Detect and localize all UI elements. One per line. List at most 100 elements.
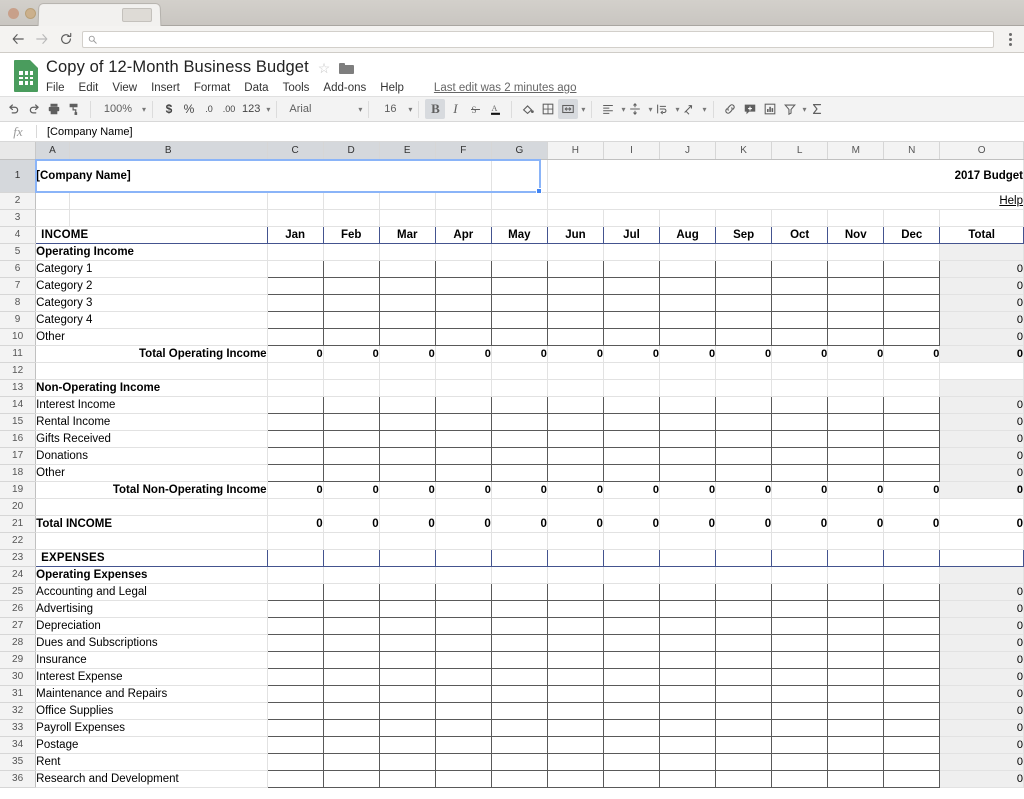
input-cell-Dec-r34[interactable] [883, 735, 941, 754]
input-cell-Dec-r30[interactable] [883, 667, 941, 686]
spacer-r22-10[interactable] [827, 532, 885, 550]
input-cell-Jul-r18[interactable] [602, 463, 661, 482]
month-header-Feb[interactable]: Feb [323, 226, 380, 244]
spacer-r20-1[interactable] [323, 498, 380, 516]
menu-view[interactable]: View [112, 82, 137, 94]
input-cell-Jul-r8[interactable] [602, 293, 661, 312]
input-cell-Oct-r34[interactable] [771, 735, 829, 754]
menu-help[interactable]: Help [380, 82, 404, 94]
row-header-5[interactable]: 5 [0, 243, 37, 261]
input-cell-Mar-r34[interactable] [378, 735, 436, 754]
input-cell-Oct-r8[interactable] [771, 293, 829, 312]
row-total-r34[interactable]: 0 [939, 736, 1024, 754]
row-header-31[interactable]: 31 [0, 685, 37, 703]
cell-row3-7[interactable] [547, 209, 604, 227]
zoom-level-selector[interactable]: 100% [97, 99, 139, 119]
row-header-14[interactable]: 14 [0, 396, 37, 414]
sheet-row[interactable]: 18 Other 0 [0, 463, 1024, 482]
input-cell-Jun-r29[interactable] [546, 650, 604, 669]
close-window-button[interactable] [8, 8, 19, 19]
row-total-r35[interactable]: 0 [939, 753, 1024, 771]
input-cell-Dec-r7[interactable] [883, 276, 941, 295]
input-cell-Oct-r7[interactable] [771, 276, 829, 295]
italic-button[interactable]: I [445, 99, 465, 119]
row-header-21[interactable]: 21 [0, 515, 37, 533]
sheet-row[interactable]: 20 [0, 498, 1024, 516]
input-cell-Feb-r10[interactable] [322, 327, 380, 346]
text-color-button[interactable]: A [485, 99, 505, 119]
input-cell-Apr-r7[interactable] [434, 276, 492, 295]
item-label-r30[interactable]: Interest Expense [35, 668, 268, 686]
cell-row3-10[interactable] [715, 209, 773, 227]
spacer-r20-5[interactable] [547, 498, 604, 516]
input-cell-Apr-r9[interactable] [434, 310, 492, 329]
sheet-row[interactable]: 27 Depreciation 0 [0, 616, 1024, 635]
row-total-r10[interactable]: 0 [939, 328, 1024, 346]
input-cell-Jul-r29[interactable] [602, 650, 661, 669]
input-cell-Feb-r34[interactable] [322, 735, 380, 754]
row-total-r16[interactable]: 0 [939, 430, 1024, 448]
cell-r13-7[interactable] [659, 379, 717, 397]
cell-row2-4[interactable] [379, 192, 436, 210]
input-cell-Nov-r36[interactable] [827, 769, 885, 788]
input-cell-Aug-r28[interactable] [659, 633, 717, 652]
cell-r24-11[interactable] [883, 566, 941, 584]
spacer-r12-4[interactable] [491, 362, 548, 380]
spacer-r22-9[interactable] [771, 532, 829, 550]
menu-tools[interactable]: Tools [283, 82, 310, 94]
input-cell-Oct-r31[interactable] [771, 684, 829, 703]
spacer-r22-0[interactable] [267, 532, 324, 550]
spacer-r12-5[interactable] [547, 362, 604, 380]
month-header-Mar[interactable]: Mar [379, 226, 436, 244]
forward-arrow-icon[interactable] [30, 28, 54, 50]
item-label-r31[interactable]: Maintenance and Repairs [35, 685, 268, 703]
row-header-15[interactable]: 15 [0, 413, 37, 431]
input-cell-Aug-r8[interactable] [659, 293, 717, 312]
input-cell-Jan-r9[interactable] [266, 310, 324, 329]
input-cell-Nov-r10[interactable] [827, 327, 885, 346]
grandtotal-Jun-r21[interactable]: 0 [547, 515, 604, 533]
input-cell-Nov-r26[interactable] [827, 599, 885, 618]
column-header-L[interactable]: L [771, 142, 829, 160]
input-cell-Sep-r33[interactable] [715, 718, 773, 737]
address-bar[interactable] [82, 30, 994, 48]
item-label-r27[interactable]: Depreciation [35, 617, 268, 635]
input-cell-Oct-r17[interactable] [771, 446, 829, 465]
input-cell-Mar-r36[interactable] [378, 769, 436, 788]
item-label-r10[interactable]: Other [35, 328, 268, 346]
cell-row3-1[interactable] [69, 209, 268, 227]
input-cell-Feb-r25[interactable] [322, 582, 380, 601]
section-header-fill-7[interactable] [659, 549, 717, 567]
spacer-r20-2[interactable] [379, 498, 436, 516]
row-total-r29[interactable]: 0 [939, 651, 1024, 669]
row-header-6[interactable]: 6 [0, 260, 37, 278]
item-label-r9[interactable]: Category 4 [35, 311, 268, 329]
input-cell-Aug-r33[interactable] [659, 718, 717, 737]
spacer-r12-8[interactable] [715, 362, 773, 380]
input-cell-Jan-r18[interactable] [266, 463, 324, 482]
input-cell-Dec-r17[interactable] [883, 446, 941, 465]
row-header-25[interactable]: 25 [0, 583, 37, 601]
input-cell-Nov-r31[interactable] [827, 684, 885, 703]
spacer-r22-4[interactable] [491, 532, 548, 550]
item-label-r35[interactable]: Rent [35, 753, 268, 771]
cell-r5-1[interactable] [323, 243, 380, 261]
input-cell-Apr-r14[interactable] [434, 395, 492, 414]
cell-r5-8[interactable] [715, 243, 773, 261]
input-cell-Feb-r17[interactable] [322, 446, 380, 465]
input-cell-Feb-r8[interactable] [322, 293, 380, 312]
input-cell-Feb-r9[interactable] [322, 310, 380, 329]
number-format-button[interactable]: 123 [239, 99, 263, 119]
total-Mar-r11[interactable]: 0 [379, 344, 436, 363]
input-cell-May-r10[interactable] [490, 327, 548, 346]
section-header-fill-2[interactable] [379, 549, 436, 567]
spacer-label-r20[interactable] [35, 498, 268, 516]
input-cell-Nov-r17[interactable] [827, 446, 885, 465]
print-icon[interactable] [44, 99, 64, 119]
input-cell-Feb-r28[interactable] [322, 633, 380, 652]
input-cell-Feb-r31[interactable] [322, 684, 380, 703]
section-header-fill-10[interactable] [827, 549, 885, 567]
cell-r13-1[interactable] [323, 379, 380, 397]
row-header-12[interactable]: 12 [0, 362, 37, 380]
row-header-17[interactable]: 17 [0, 447, 37, 465]
